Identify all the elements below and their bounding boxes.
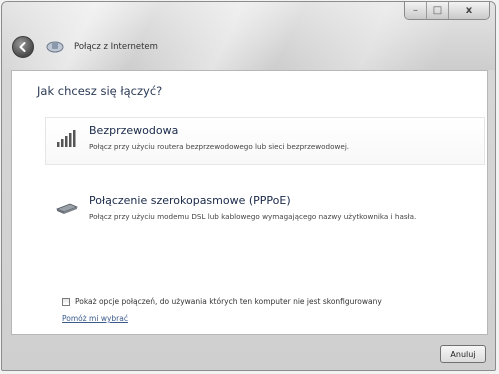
- option-broadband-title: Połączenie szerokopasmowe (PPPoE): [89, 194, 291, 207]
- option-wireless-title: Bezprzewodowa: [89, 124, 179, 137]
- wizard-footer: Anuluj: [2, 335, 495, 370]
- cancel-button[interactable]: Anuluj: [440, 345, 486, 363]
- wizard-nav: Połącz z Internetem: [12, 36, 158, 58]
- wizard-content: Jak chcesz się łączyć? Bezprzewodowa Poł…: [11, 70, 488, 335]
- modem-icon: [55, 200, 79, 218]
- page-heading: Jak chcesz się łączyć?: [37, 84, 163, 98]
- close-button[interactable]: x: [449, 2, 489, 19]
- option-broadband-pppoe[interactable]: Połączenie szerokopasmowe (PPPoE) Połącz…: [45, 187, 485, 235]
- show-unconfigured-options-label[interactable]: Pokaż opcje połączeń, do używania któryc…: [75, 297, 382, 306]
- wizard-title: Połącz z Internetem: [74, 42, 158, 52]
- maximize-button[interactable]: □: [427, 2, 449, 19]
- option-wireless-description: Połącz przy użyciu routera bezprzewodowe…: [89, 142, 350, 151]
- network-icon: [46, 40, 64, 54]
- option-wireless[interactable]: Bezprzewodowa Połącz przy użyciu routera…: [45, 117, 485, 165]
- minimize-button[interactable]: –: [405, 2, 427, 19]
- wireless-signal-icon: [56, 130, 78, 148]
- caption-buttons: – □ x: [404, 2, 490, 20]
- back-arrow-icon[interactable]: [12, 36, 34, 58]
- back-arrow-glyph: [19, 42, 26, 52]
- help-me-choose-link[interactable]: Pomóż mi wybrać: [62, 314, 128, 323]
- show-unconfigured-options-checkbox[interactable]: [62, 297, 70, 306]
- connect-to-internet-window: – □ x Połącz z Internetem Jak chcesz się…: [1, 1, 496, 371]
- show-unconfigured-options-row: Pokaż opcje połączeń, do używania któryc…: [62, 297, 382, 306]
- option-broadband-description: Połącz przy użyciu modemu DSL lub kablow…: [89, 212, 417, 221]
